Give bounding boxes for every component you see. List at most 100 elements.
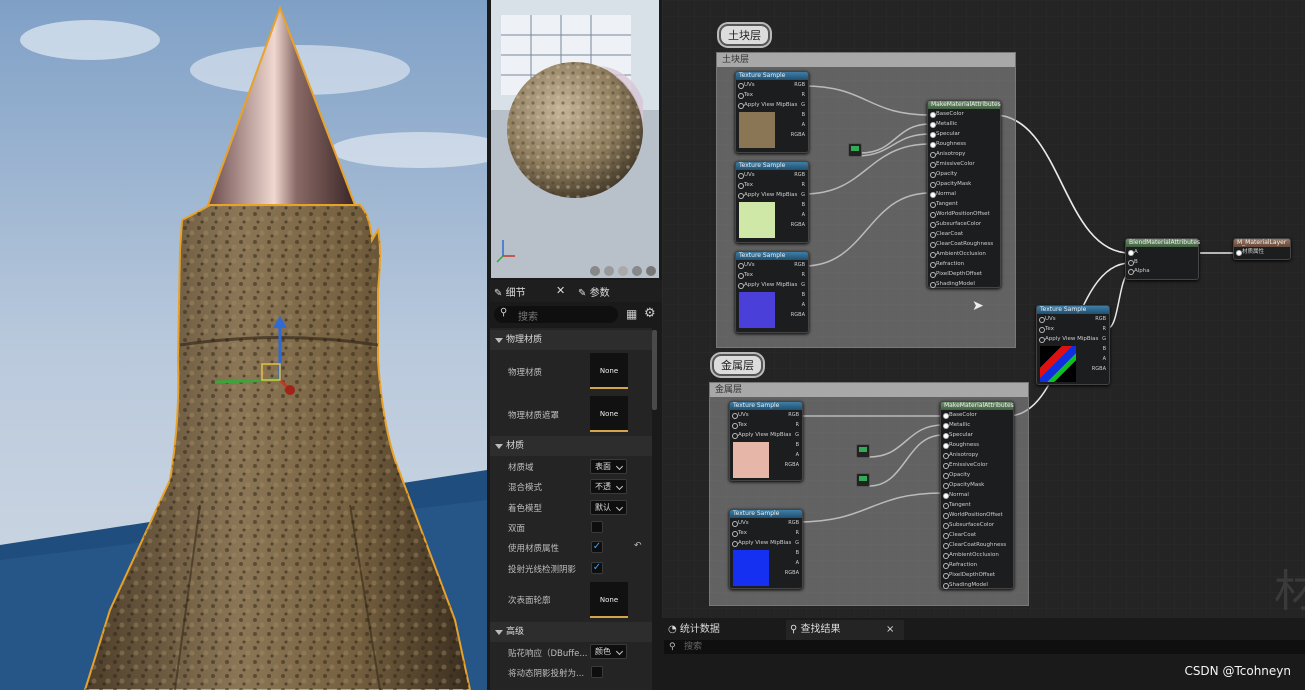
texture-sample-node[interactable]: Texture Sample UVs Tex Apply View MipBias RG… bbox=[729, 401, 803, 481]
dynamic-shadow-checkbox[interactable] bbox=[591, 666, 603, 678]
attribute-pin[interactable]: AmbientOcclusion bbox=[928, 249, 1000, 259]
domain-dropdown[interactable]: 表面 bbox=[590, 459, 627, 474]
texture-input-pin[interactable]: Tex bbox=[736, 180, 808, 190]
texture-sample-node[interactable]: Texture Sample UVs Tex Apply View MipBias RG… bbox=[735, 161, 809, 243]
tab-parameters[interactable]: ✎ 参数 bbox=[578, 284, 610, 299]
attribute-pin[interactable]: Roughness bbox=[941, 440, 1013, 450]
phys-mask-slot[interactable]: None bbox=[590, 396, 628, 432]
attribute-pin[interactable]: ClearCoatRoughness bbox=[941, 540, 1013, 550]
attribute-pin[interactable]: Roughness bbox=[928, 139, 1000, 149]
texture-input-pin[interactable]: Tex bbox=[1037, 324, 1109, 334]
texture-output-pin[interactable]: R bbox=[802, 270, 805, 280]
texture-output-pin[interactable]: A bbox=[1103, 354, 1106, 364]
attribute-pin[interactable]: ShadingModel bbox=[941, 580, 1013, 590]
shading-model-dropdown[interactable]: 默认 bbox=[590, 500, 627, 515]
texture-output-pin[interactable]: B bbox=[1103, 344, 1106, 354]
attribute-pin[interactable]: Normal bbox=[928, 189, 1000, 199]
texture-output-pin[interactable]: R bbox=[802, 180, 805, 190]
details-scrollbar[interactable] bbox=[652, 330, 657, 410]
attribute-pin[interactable]: ClearCoatRoughness bbox=[928, 239, 1000, 249]
texture-output-pin[interactable]: RGB bbox=[794, 170, 805, 180]
constant-node[interactable] bbox=[856, 473, 870, 487]
comment-bubble-metal[interactable]: 金属层 bbox=[712, 354, 763, 376]
texture-input-pin[interactable]: Tex bbox=[730, 528, 802, 538]
attribute-pin[interactable]: WorldPositionOffset bbox=[941, 510, 1013, 520]
texture-sample-node[interactable]: Texture Sample UVs Tex Apply View MipBias RG… bbox=[735, 251, 809, 333]
decal-dropdown[interactable]: 颜色 bbox=[590, 644, 627, 659]
texture-output-pin[interactable]: B bbox=[796, 548, 799, 558]
attribute-pin[interactable]: Refraction bbox=[928, 259, 1000, 269]
attribute-pin[interactable]: PixelDepthOffset bbox=[941, 570, 1013, 580]
attribute-pin[interactable]: SubsurfaceColor bbox=[928, 219, 1000, 229]
texture-input-pin[interactable]: Apply View MipBias bbox=[736, 100, 808, 110]
texture-output-pin[interactable]: RGBA bbox=[791, 220, 805, 230]
texture-input-pin[interactable]: Tex bbox=[736, 90, 808, 100]
texture-output-pin[interactable]: B bbox=[796, 440, 799, 450]
level-viewport[interactable] bbox=[0, 0, 487, 690]
texture-input-pin[interactable]: Tex bbox=[736, 270, 808, 280]
attribute-pin[interactable]: BaseColor bbox=[941, 410, 1013, 420]
attribute-pin[interactable]: Tangent bbox=[928, 199, 1000, 209]
pin-a[interactable]: A bbox=[1126, 247, 1198, 257]
texture-input-pin[interactable]: Apply View MipBias bbox=[730, 430, 802, 440]
attribute-pin[interactable]: ShadingModel bbox=[928, 279, 1000, 289]
attribute-pin[interactable]: Specular bbox=[941, 430, 1013, 440]
ray-shadow-checkbox[interactable]: ✓ bbox=[591, 562, 603, 574]
attribute-pin[interactable]: Specular bbox=[928, 129, 1000, 139]
material-output-node[interactable]: M_MaterialLayer 材质属性 bbox=[1233, 238, 1291, 260]
texture-output-pin[interactable]: A bbox=[802, 300, 805, 310]
texture-output-pin[interactable]: RGBA bbox=[1092, 364, 1106, 374]
blend-material-attributes-node[interactable]: BlendMaterialAttributes A B Alpha bbox=[1125, 238, 1200, 280]
make-material-attributes-node[interactable]: MakeMaterialAttributes BaseColor Metallic S… bbox=[927, 100, 1001, 288]
close-icon[interactable]: × bbox=[886, 620, 894, 640]
texture-output-pin[interactable]: RGBA bbox=[785, 460, 799, 470]
texture-output-pin[interactable]: R bbox=[1103, 324, 1106, 334]
texture-output-pin[interactable]: RGB bbox=[788, 410, 799, 420]
output-pin[interactable]: 材质属性 bbox=[1234, 247, 1290, 257]
phys-material-slot[interactable]: None bbox=[590, 353, 628, 389]
texture-output-pin[interactable]: A bbox=[802, 210, 805, 220]
attribute-pin[interactable]: ClearCoat bbox=[941, 530, 1013, 540]
texture-input-pin[interactable]: Apply View MipBias bbox=[736, 280, 808, 290]
texture-output-pin[interactable]: G bbox=[795, 430, 799, 440]
details-search-input[interactable]: ⚲ 搜索 bbox=[494, 306, 618, 323]
texture-output-pin[interactable]: A bbox=[802, 120, 805, 130]
attribute-pin[interactable]: PixelDepthOffset bbox=[928, 269, 1000, 279]
texture-output-pin[interactable]: G bbox=[1102, 334, 1106, 344]
make-material-attributes-node[interactable]: MakeMaterialAttributes BaseColor Metallic S… bbox=[940, 401, 1014, 589]
attribute-pin[interactable]: WorldPositionOffset bbox=[928, 209, 1000, 219]
attribute-pin[interactable]: Opacity bbox=[928, 169, 1000, 179]
constant-node[interactable] bbox=[848, 143, 862, 157]
tab-stats[interactable]: ◔ 统计数据 bbox=[668, 620, 780, 640]
attribute-pin[interactable]: SubsurfaceColor bbox=[941, 520, 1013, 530]
texture-sample-node[interactable]: Texture Sample UVs Tex Apply View MipBias RG… bbox=[1036, 305, 1110, 385]
attribute-pin[interactable]: Anisotropy bbox=[941, 450, 1013, 460]
attribute-pin[interactable]: AmbientOcclusion bbox=[941, 550, 1013, 560]
texture-output-pin[interactable]: R bbox=[796, 420, 799, 430]
texture-sample-node[interactable]: Texture Sample UVs Tex Apply View MipBias RG… bbox=[735, 71, 809, 153]
texture-output-pin[interactable]: B bbox=[802, 290, 805, 300]
section-advanced[interactable]: 高级 bbox=[490, 622, 652, 642]
attribute-pin[interactable]: EmissiveColor bbox=[941, 460, 1013, 470]
attribute-pin[interactable]: EmissiveColor bbox=[928, 159, 1000, 169]
texture-output-pin[interactable]: G bbox=[801, 280, 805, 290]
texture-output-pin[interactable]: RGB bbox=[794, 80, 805, 90]
tab-details[interactable]: ✎ 细节 bbox=[494, 284, 526, 299]
texture-output-pin[interactable]: RGB bbox=[794, 260, 805, 270]
attribute-pin[interactable]: Metallic bbox=[941, 420, 1013, 430]
two-sided-checkbox[interactable] bbox=[591, 521, 603, 533]
use-attributes-checkbox[interactable]: ✓ bbox=[591, 541, 603, 553]
texture-output-pin[interactable]: G bbox=[795, 538, 799, 548]
close-icon[interactable]: ✕ bbox=[556, 284, 565, 297]
attribute-pin[interactable]: Tangent bbox=[941, 500, 1013, 510]
texture-output-pin[interactable]: RGBA bbox=[791, 310, 805, 320]
table-view-icon[interactable]: ▦ bbox=[626, 307, 637, 321]
texture-output-pin[interactable]: R bbox=[802, 90, 805, 100]
attribute-pin[interactable]: Normal bbox=[941, 490, 1013, 500]
attribute-pin[interactable]: ClearCoat bbox=[928, 229, 1000, 239]
material-preview[interactable] bbox=[491, 0, 659, 278]
attribute-pin[interactable]: Refraction bbox=[941, 560, 1013, 570]
texture-input-pin[interactable]: Apply View MipBias bbox=[730, 538, 802, 548]
gear-icon[interactable]: ⚙ bbox=[644, 306, 656, 321]
section-physical-material[interactable]: 物理材质 bbox=[490, 330, 652, 350]
